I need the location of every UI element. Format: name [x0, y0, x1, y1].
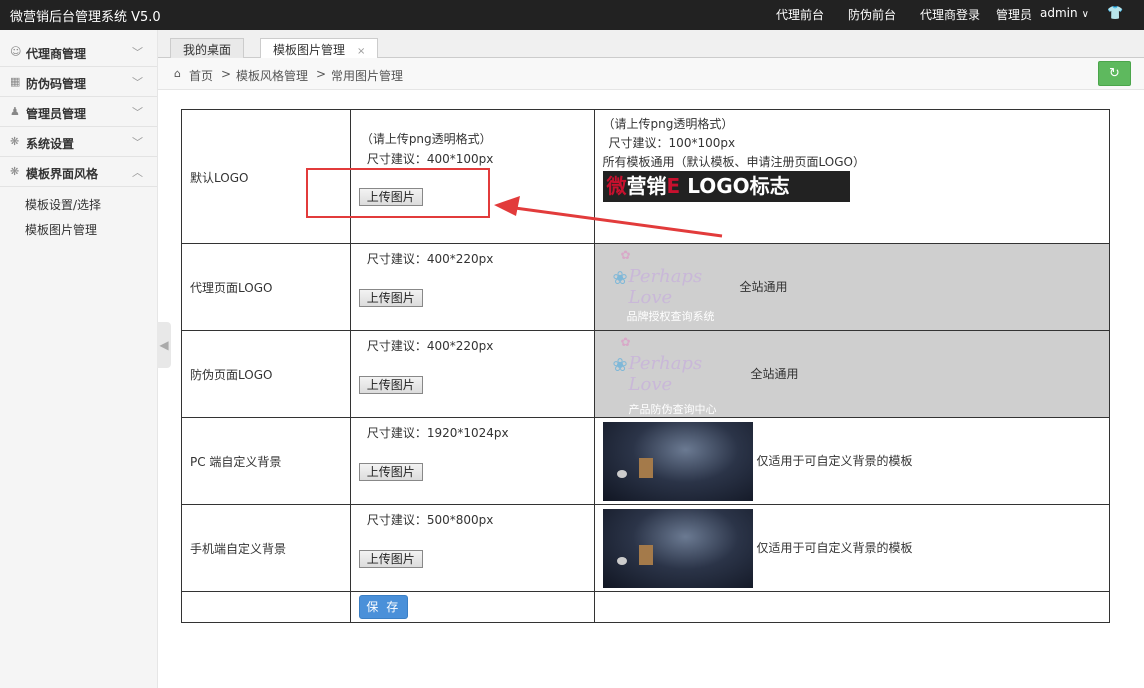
breadcrumb-separator: >: [221, 67, 232, 81]
size-hint: 尺寸建议：1920*1024px: [366, 426, 509, 440]
sidebar: ☺ 代理商管理 ﹀ ▦ 防伪码管理 ﹀ ♟ 管理员管理 ﹀ ❋ 系统设置 ﹀ ❋…: [0, 30, 158, 688]
row-label: PC 端自定义背景: [190, 455, 282, 469]
logo-script-text: Perhaps Love: [628, 266, 703, 308]
user-role-label: 管理员: [996, 8, 1033, 22]
preview-usage-note: 所有模板通用（默认模板、申请注册页面LOGO）: [602, 155, 865, 169]
preview-format-hint: （请上传png透明格式）: [602, 117, 734, 131]
refresh-button[interactable]: ↻: [1098, 61, 1131, 86]
top-navbar: 微营销后台管理系统 V5.0 代理前台 防伪前台 代理商登录 管理员 admin…: [0, 0, 1144, 30]
chevron-down-icon: ∨: [1081, 9, 1089, 20]
close-icon[interactable]: ×: [357, 46, 365, 57]
preview-size-hint: 尺寸建议：100*100px: [608, 136, 736, 150]
refresh-icon: ↻: [1109, 66, 1120, 81]
row-label: 防伪页面LOGO: [190, 368, 273, 382]
nav-agent-frontend[interactable]: 代理前台: [776, 6, 824, 23]
breadcrumb-current: 常用图片管理: [331, 69, 404, 83]
table-row: 代理页面LOGO 尺寸建议：400*220px 上传图片 ✿ ❀ Perhaps…: [181, 243, 1111, 331]
logo-caption: 产品防伪查询中心: [628, 403, 717, 416]
table-row: 保 存: [181, 591, 1111, 623]
table-row: 防伪页面LOGO 尺寸建议：400*220px 上传图片 ✿ ❀ Perhaps…: [181, 330, 1111, 418]
t-shirt-icon[interactable]: 👕: [1107, 6, 1123, 21]
tab-my-desktop[interactable]: 我的桌面: [170, 38, 245, 58]
table-row: PC 端自定义背景 尺寸建议：1920*1024px 上传图片 仅适用于可自定义…: [181, 417, 1111, 505]
chevron-down-icon: ﹀: [132, 76, 143, 89]
default-logo-preview: 微营销E LOGO标志: [602, 171, 850, 202]
sidebar-item-label: 模板界面风格: [26, 167, 99, 181]
breadcrumb: ⌂ 首页 > 模板风格管理 > 常用图片管理 ↻: [158, 58, 1144, 90]
sidebar-item-label: 代理商管理: [26, 47, 87, 61]
chevron-down-icon: ﹀: [132, 46, 143, 59]
upload-button[interactable]: 上传图片: [358, 463, 423, 481]
sidebar-item-system-settings[interactable]: ❋ 系统设置 ﹀: [0, 127, 157, 157]
table-row: 手机端自定义背景 尺寸建议：500*800px 上传图片 仅适用于可自定义背景的…: [181, 504, 1111, 592]
tab-template-images[interactable]: 模板图片管理 ×: [260, 38, 379, 59]
tab-strip: 我的桌面 模板图片管理 ×: [158, 30, 1144, 59]
sidebar-collapse-handle[interactable]: ◀: [157, 322, 171, 368]
chevron-left-icon: ◀: [159, 338, 169, 352]
home-icon: ⌂: [174, 67, 181, 80]
mobile-background-preview: [602, 509, 753, 588]
sidebar-item-template-style[interactable]: ❋ 模板界面风格 ︿: [0, 157, 157, 187]
username: admin: [1040, 6, 1078, 20]
agent-page-logo-preview: ✿ ❀ Perhaps Love 品牌授权查询系统: [607, 248, 725, 326]
breadcrumb-home[interactable]: 首页: [189, 67, 213, 84]
sidebar-subitem-template-images[interactable]: 模板图片管理: [25, 221, 97, 238]
gear-icon: ❋: [10, 165, 20, 178]
flower-icon: ✿: [620, 335, 631, 349]
chevron-down-icon: ﹀: [132, 136, 143, 149]
usage-note: 全站通用: [750, 367, 799, 381]
usage-note: 仅适用于可自定义背景的模板: [756, 454, 913, 468]
usage-note: 全站通用: [739, 280, 788, 294]
upload-button[interactable]: 上传图片: [358, 376, 423, 394]
gear-icon: ❋: [10, 135, 20, 148]
upload-button[interactable]: 上传图片: [358, 550, 423, 568]
row-label: 默认LOGO: [190, 171, 249, 185]
breadcrumb-separator: >: [316, 67, 327, 81]
user-icon: ☺: [10, 45, 22, 58]
breadcrumb-template-style[interactable]: 模板风格管理: [236, 67, 308, 84]
chevron-down-icon: ﹀: [132, 106, 143, 119]
usage-note: 仅适用于可自定义背景的模板: [756, 541, 913, 555]
format-hint: （请上传png透明格式）: [360, 132, 492, 146]
row-label: 手机端自定义背景: [190, 542, 287, 556]
anticounterfeit-page-logo-preview: ✿ ❀ Perhaps Love 产品防伪查询中心: [607, 335, 725, 416]
app-title: 微营销后台管理系统 V5.0: [10, 10, 161, 25]
save-button[interactable]: 保 存: [358, 595, 408, 619]
tab-label: 我的桌面: [183, 43, 232, 57]
flower-icon: ❀: [612, 355, 628, 376]
sidebar-item-label: 管理员管理: [26, 107, 87, 121]
size-hint: 尺寸建议：400*220px: [366, 339, 494, 353]
upload-button[interactable]: 上传图片: [358, 289, 423, 307]
logo-caption: 品牌授权查询系统: [626, 310, 715, 323]
nav-anticounterfeit-frontend[interactable]: 防伪前台: [848, 6, 896, 23]
sidebar-item-admin-management[interactable]: ♟ 管理员管理 ﹀: [0, 97, 157, 127]
flower-icon: ✿: [620, 248, 631, 262]
chevron-up-icon: ︿: [132, 166, 143, 179]
sidebar-item-agent-management[interactable]: ☺ 代理商管理 ﹀: [0, 37, 157, 67]
flower-icon: ❀: [612, 268, 628, 289]
sidebar-item-label: 防伪码管理: [26, 77, 87, 91]
sidebar-item-anticounterfeit[interactable]: ▦ 防伪码管理 ﹀: [0, 67, 157, 97]
sidebar-subitem-template-settings[interactable]: 模板设置/选择: [25, 196, 101, 213]
size-hint: 尺寸建议：400*220px: [366, 252, 494, 266]
row-label: 代理页面LOGO: [190, 281, 273, 295]
admin-icon: ♟: [10, 105, 20, 118]
size-hint: 尺寸建议：500*800px: [366, 513, 494, 527]
tab-label: 模板图片管理: [273, 43, 346, 57]
annotation-highlight-box: [306, 168, 490, 218]
user-menu[interactable]: admin ∨: [1040, 6, 1089, 20]
sidebar-item-label: 系统设置: [26, 137, 75, 151]
pc-background-preview: [602, 422, 753, 501]
logo-script-text: Perhaps Love: [628, 353, 703, 395]
size-hint: 尺寸建议：400*100px: [366, 152, 494, 166]
card-icon: ▦: [10, 75, 21, 88]
nav-agent-login[interactable]: 代理商登录: [920, 6, 980, 23]
